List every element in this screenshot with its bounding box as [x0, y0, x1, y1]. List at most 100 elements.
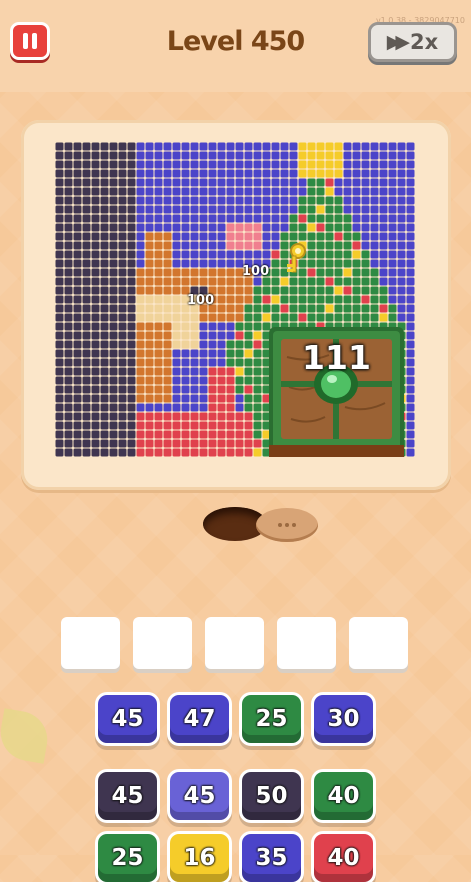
- pixel-cell: [100, 385, 109, 394]
- pixel-cell: [190, 376, 199, 385]
- pixel-cell: [334, 169, 343, 178]
- pixel-cell: [100, 367, 109, 376]
- pixel-cell: [64, 169, 73, 178]
- pixel-cell: [82, 349, 91, 358]
- pixel-cell: [208, 403, 217, 412]
- pixel-cell: [316, 214, 325, 223]
- pixel-cell: [82, 448, 91, 457]
- pixel-cell: [379, 214, 388, 223]
- pixel-cell: [181, 250, 190, 259]
- pixel-cell: [190, 250, 199, 259]
- pixel-cell: [199, 349, 208, 358]
- pixel-cell: [397, 187, 406, 196]
- pixel-cell: [244, 313, 253, 322]
- pixel-cell: [181, 268, 190, 277]
- pixel-cell: [271, 151, 280, 160]
- pixel-cell: [226, 394, 235, 403]
- pixel-cell: [388, 295, 397, 304]
- number-block[interactable]: 45: [98, 695, 157, 743]
- pixel-cell: [334, 250, 343, 259]
- pixel-cell: [361, 241, 370, 250]
- pixel-cell: [109, 160, 118, 169]
- pixel-cell: [325, 142, 334, 151]
- pixel-cell: [307, 151, 316, 160]
- number-block[interactable]: 25: [242, 695, 301, 743]
- pixel-cell: [91, 421, 100, 430]
- pixel-cell: [109, 394, 118, 403]
- pixel-cell: [172, 448, 181, 457]
- pixel-cell: [163, 340, 172, 349]
- number-block[interactable]: 30: [314, 695, 373, 743]
- pixel-cell: [73, 169, 82, 178]
- pixel-cell: [298, 196, 307, 205]
- pixel-cell: [145, 313, 154, 322]
- number-block[interactable]: 50: [242, 772, 301, 820]
- pixel-cell: [73, 304, 82, 313]
- speed-button[interactable]: ▶▶ 2x: [368, 22, 457, 62]
- pixel-cell: [163, 142, 172, 151]
- pixel-cell: [163, 187, 172, 196]
- pixel-cell: [172, 412, 181, 421]
- pixel-cell: [253, 340, 262, 349]
- number-block[interactable]: 16: [170, 834, 229, 882]
- pixel-cell: [127, 187, 136, 196]
- pixel-cell: [253, 412, 262, 421]
- pixel-cell: [253, 430, 262, 439]
- pixel-cell: [280, 214, 289, 223]
- pixel-cell: [397, 286, 406, 295]
- pixel-cell: [109, 268, 118, 277]
- pixel-cell: [109, 439, 118, 448]
- pixel-cell: [244, 304, 253, 313]
- pixel-cell: [181, 430, 190, 439]
- number-block[interactable]: 45: [170, 772, 229, 820]
- number-block[interactable]: 45: [98, 772, 157, 820]
- pixel-cell: [172, 205, 181, 214]
- pixel-cell: [100, 268, 109, 277]
- pixel-cell: [307, 232, 316, 241]
- pixel-cell: [55, 223, 64, 232]
- pixel-cell: [109, 376, 118, 385]
- pixel-cell: [64, 439, 73, 448]
- key-icon[interactable]: [284, 242, 308, 276]
- pixel-cell: [253, 232, 262, 241]
- pixel-cell: [109, 142, 118, 151]
- pixel-cell: [208, 223, 217, 232]
- pixel-cell: [244, 169, 253, 178]
- pixel-cell: [280, 151, 289, 160]
- pixel-cell: [163, 394, 172, 403]
- pixel-cell: [190, 223, 199, 232]
- pixel-cell: [370, 196, 379, 205]
- pixel-cell: [298, 178, 307, 187]
- number-block[interactable]: 25: [98, 834, 157, 882]
- number-block[interactable]: 47: [170, 695, 229, 743]
- pixel-cell: [163, 241, 172, 250]
- pixel-cell: [136, 241, 145, 250]
- pixel-cell: [145, 421, 154, 430]
- pixel-cell: [154, 178, 163, 187]
- pixel-cell: [208, 214, 217, 223]
- pixel-cell: [334, 187, 343, 196]
- pixel-cell: [406, 349, 415, 358]
- pixel-cell: [127, 223, 136, 232]
- pixel-cell: [316, 178, 325, 187]
- pixel-cell: [181, 187, 190, 196]
- pixel-cell: [172, 430, 181, 439]
- pixel-cell: [406, 394, 415, 403]
- number-block[interactable]: 40: [314, 772, 373, 820]
- pixel-cell: [262, 205, 271, 214]
- pixel-cell: [361, 142, 370, 151]
- pixel-cell: [388, 259, 397, 268]
- number-block[interactable]: 35: [242, 834, 301, 882]
- pixel-cell: [262, 313, 271, 322]
- pixel-cell: [217, 439, 226, 448]
- pixel-cell: [100, 304, 109, 313]
- number-block[interactable]: 40: [314, 834, 373, 882]
- pixel-cell: [109, 385, 118, 394]
- pixel-cell: [136, 421, 145, 430]
- pixel-cell: [190, 322, 199, 331]
- pixel-cell: [181, 448, 190, 457]
- pixel-cell: [226, 214, 235, 223]
- pixel-cell: [370, 142, 379, 151]
- pixel-cell: [118, 313, 127, 322]
- pixel-cell: [127, 169, 136, 178]
